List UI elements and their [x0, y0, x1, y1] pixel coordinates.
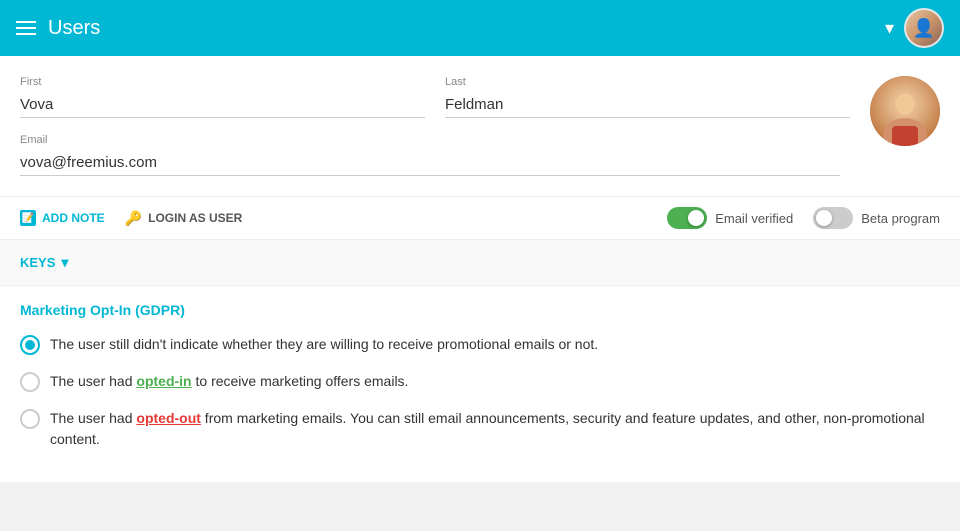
- radio-text-2: The user had opted-in to receive marketi…: [50, 371, 408, 392]
- radio-circle-2: [20, 372, 40, 392]
- top-form-row: First Last Email: [0, 56, 960, 196]
- login-icon: 🔑: [125, 210, 142, 227]
- name-email-fields: First Last Email: [20, 76, 850, 196]
- email-group: Email: [20, 134, 850, 176]
- header-user-avatar[interactable]: 👤: [904, 8, 944, 48]
- email-verified-track: [667, 207, 707, 229]
- header-right: ▾ 👤: [885, 8, 944, 48]
- note-icon: 📝: [20, 210, 36, 226]
- actions-row: 📝 ADD NOTE 🔑 LOGIN AS USER Email verifie…: [0, 196, 960, 240]
- beta-program-label: Beta program: [861, 211, 940, 226]
- first-name-input[interactable]: [20, 92, 425, 118]
- last-name-input[interactable]: [445, 92, 850, 118]
- radio-option-3[interactable]: The user had opted-out from marketing em…: [20, 408, 940, 450]
- email-label: Email: [20, 134, 850, 146]
- email-verified-label: Email verified: [715, 211, 793, 226]
- radio-text-2-pre: The user had: [50, 373, 136, 389]
- app-title: Users: [48, 17, 100, 40]
- header-left: Users: [16, 17, 100, 40]
- keys-chevron-icon: ▾: [61, 254, 68, 271]
- beta-program-thumb: [816, 210, 832, 226]
- email-input[interactable]: [20, 150, 840, 176]
- add-note-button[interactable]: 📝 ADD NOTE: [20, 210, 105, 226]
- radio-option-1[interactable]: The user still didn't indicate whether t…: [20, 334, 940, 355]
- add-note-label: ADD NOTE: [42, 211, 105, 225]
- login-as-user-label: LOGIN AS USER: [148, 211, 242, 225]
- email-verified-toggle-item: Email verified: [667, 207, 793, 229]
- first-name-group: First: [20, 76, 425, 118]
- name-row: First Last: [20, 76, 850, 118]
- marketing-section: Marketing Opt-In (GDPR) The user still d…: [0, 286, 960, 482]
- header: Users ▾ 👤: [0, 0, 960, 56]
- beta-program-toggle[interactable]: [813, 207, 853, 229]
- header-dropdown-chevron[interactable]: ▾: [885, 18, 894, 39]
- radio-circle-1: [20, 335, 40, 355]
- login-as-user-button[interactable]: 🔑 LOGIN AS USER: [125, 210, 243, 227]
- last-name-label: Last: [445, 76, 850, 88]
- toggle-group: Email verified Beta program: [667, 207, 940, 229]
- last-name-group: Last: [445, 76, 850, 118]
- keys-label: KEYS: [20, 255, 55, 270]
- beta-program-toggle-item: Beta program: [813, 207, 940, 229]
- opted-in-link[interactable]: opted-in: [136, 373, 191, 389]
- radio-text-3: The user had opted-out from marketing em…: [50, 408, 940, 450]
- email-verified-toggle[interactable]: [667, 207, 707, 229]
- marketing-title: Marketing Opt-In (GDPR): [20, 302, 940, 318]
- keys-toggle-button[interactable]: KEYS ▾: [20, 254, 68, 271]
- user-profile-avatar: [870, 76, 940, 146]
- radio-circle-3: [20, 409, 40, 429]
- beta-program-track: [813, 207, 853, 229]
- radio-text-2-post: to receive marketing offers emails.: [192, 373, 409, 389]
- avatar-image: 👤: [906, 10, 942, 46]
- first-name-label: First: [20, 76, 425, 88]
- email-row: Email: [20, 134, 850, 176]
- radio-text-3-pre: The user had: [50, 410, 136, 426]
- radio-option-2[interactable]: The user had opted-in to receive marketi…: [20, 371, 940, 392]
- opted-out-link[interactable]: opted-out: [136, 410, 201, 426]
- radio-text-1: The user still didn't indicate whether t…: [50, 334, 598, 355]
- keys-section: KEYS ▾: [0, 240, 960, 286]
- hamburger-icon[interactable]: [16, 21, 36, 35]
- user-avatar-svg: [870, 76, 940, 146]
- email-verified-thumb: [688, 210, 704, 226]
